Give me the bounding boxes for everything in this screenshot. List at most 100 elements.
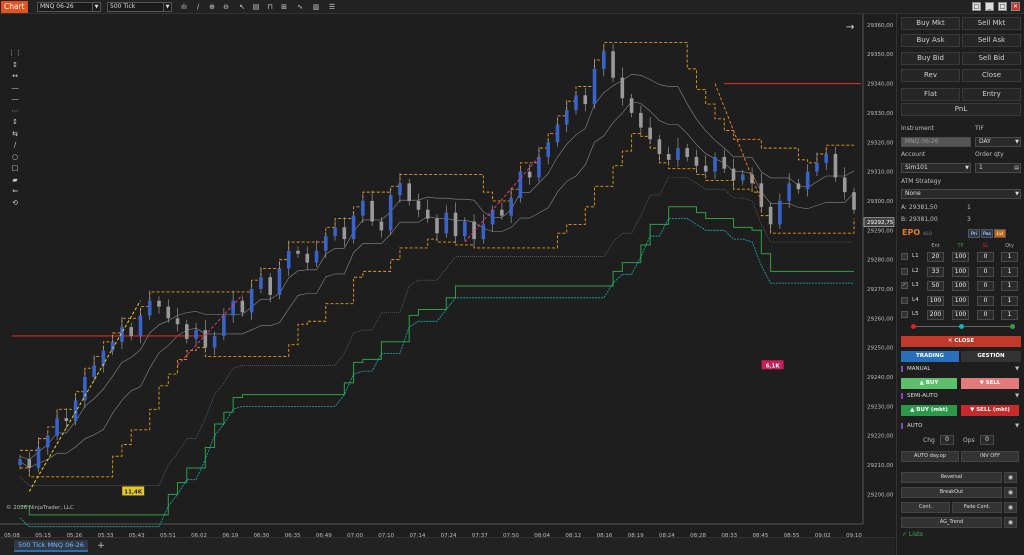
candle-body[interactable] [815,162,819,172]
candle-body[interactable] [731,168,736,181]
candle-body[interactable] [722,156,727,169]
candle-body[interactable] [92,365,96,378]
candle-body[interactable] [157,300,161,307]
candle-body[interactable] [703,165,708,172]
candle-body[interactable] [435,218,439,234]
level-ent-field[interactable]: 20 [927,252,944,262]
mini-tab-pos[interactable]: Pos [981,229,993,238]
order-qty-stepper[interactable]: 1 ▤ [975,163,1021,173]
level-checkbox[interactable]: ✓ [901,282,908,289]
candle-body[interactable] [138,315,143,336]
level-qty-field[interactable]: 1 [1001,295,1018,306]
candle-body[interactable] [527,171,532,178]
candle-body[interactable] [648,127,652,140]
candle-body[interactable] [592,68,597,105]
zoom-out-icon[interactable]: ⊖ [222,3,230,11]
buy-mkt-semi-button[interactable]: ▲ BUY (mkt) [901,405,957,416]
instrument-selector[interactable]: MNQ 06-26 ▼ [37,2,101,12]
candle-body[interactable] [166,306,171,319]
chart-svg[interactable]: 29360,00 29350,00 29340,00 29330,00 29320,00… [0,14,1024,541]
level-tp-field[interactable]: 100 [952,266,969,277]
candle-body[interactable] [36,447,41,468]
price-chart[interactable]: 29360,00 29350,00 29340,00 29330,00 29320,00… [0,14,1024,541]
mini-tab-lvl[interactable]: Lvl [994,229,1006,238]
level-ent-field[interactable]: 100 [927,295,944,306]
candle-body[interactable] [694,156,699,166]
candle-body[interactable] [583,95,588,105]
close-icon[interactable]: ✕ [1011,2,1020,11]
close-all-button[interactable]: ✕ CLOSE [901,336,1021,347]
candle-body[interactable] [759,183,764,207]
tab-500-tick-mnq[interactable]: 500 Tick MNQ 06-26 [14,540,88,552]
draw-line-icon[interactable]: ∕ [194,3,202,11]
candle-body[interactable] [27,459,32,468]
horizontal-line-icon[interactable]: ― [8,83,22,95]
tab-trading[interactable]: TRADING [901,351,959,362]
level-tp-field[interactable]: 100 [952,295,969,306]
candle-body[interactable] [611,51,615,78]
level-tp-field[interactable]: 100 [952,310,969,320]
candle-body[interactable] [314,250,319,263]
level-checkbox[interactable] [901,311,908,318]
candle-body[interactable] [796,183,801,190]
sell-bid-button[interactable]: Sell Bid [962,52,1021,65]
candle-body[interactable] [212,335,217,348]
semi-auto-section-header[interactable]: SEMI-AUTO ▼ [901,393,1023,399]
slider-dot-red[interactable] [911,324,916,329]
candle-body[interactable] [741,174,745,181]
candle-body[interactable] [778,200,782,225]
eye-icon[interactable]: ◉ [1004,487,1017,498]
candle-body[interactable] [249,288,254,313]
ellipse-icon[interactable]: ○ [8,152,22,164]
reset-icon[interactable]: ⟲ [8,198,22,210]
candle-body[interactable] [629,98,634,113]
level-ent-field[interactable]: 33 [927,266,944,277]
atm-strategy-select[interactable]: None ▼ [901,189,1021,199]
zoom-in-icon[interactable]: ⊕ [208,3,216,11]
candle-body[interactable] [73,400,78,422]
level-checkbox[interactable] [901,296,908,304]
candle-body[interactable] [639,112,643,128]
level-tp-field[interactable]: 100 [952,252,969,262]
inv-off-button[interactable]: INV OFF [961,451,1019,462]
candle-body[interactable] [537,156,541,178]
slider-dot-green[interactable] [1010,324,1015,329]
candle-body[interactable] [620,77,625,99]
template-icon[interactable]: ⊓ [266,3,274,11]
fill-icon[interactable]: ▰ [8,175,22,187]
candle-body[interactable] [296,250,300,254]
candle-body[interactable] [768,206,773,225]
candle-body[interactable] [509,198,513,216]
rectangle-icon[interactable]: □ [8,163,22,175]
slider-dot-cyan[interactable] [959,324,964,329]
pointer-icon[interactable]: ↖ [238,3,246,11]
minimize-icon[interactable]: _ [985,2,994,11]
candle-body[interactable] [286,250,291,269]
candle-body[interactable] [518,171,523,199]
reversal-button[interactable]: Reversal [901,472,1002,483]
dotted-line-icon[interactable]: ⋯ [8,106,22,118]
horizontal-move-icon[interactable]: ↔ [8,71,22,83]
candle-body[interactable] [370,200,374,222]
candle-body[interactable] [444,212,449,234]
sell-mkt-semi-button[interactable]: ▼ SELL (mkt) [961,405,1019,416]
candle-body[interactable] [324,236,328,251]
tab-gestion[interactable]: GESTIÓN [961,351,1021,362]
candle-body[interactable] [110,341,115,351]
candle-body[interactable] [666,153,671,160]
vertical-move-icon[interactable]: ↕ [8,60,22,72]
trend-line-icon[interactable]: ∕ [8,140,22,152]
account-select[interactable]: Sim101 ▼ [901,163,971,173]
measure-icon[interactable]: ⇆ [8,129,22,141]
strategy-icon[interactable]: ▥ [312,3,320,11]
candle-body[interactable] [46,435,50,448]
candle-body[interactable] [555,124,560,143]
chart-title-tab[interactable]: Chart [1,1,28,13]
stepper-icon[interactable]: ▤ [1014,164,1019,172]
candle-body[interactable] [259,277,263,289]
candle-body[interactable] [481,224,486,240]
eye-icon[interactable]: ◉ [1004,517,1017,528]
level-sl-field[interactable]: 0 [977,295,994,306]
auto-day-op-button[interactable]: AUTO day.op [901,451,959,462]
candle-body[interactable] [55,418,59,436]
